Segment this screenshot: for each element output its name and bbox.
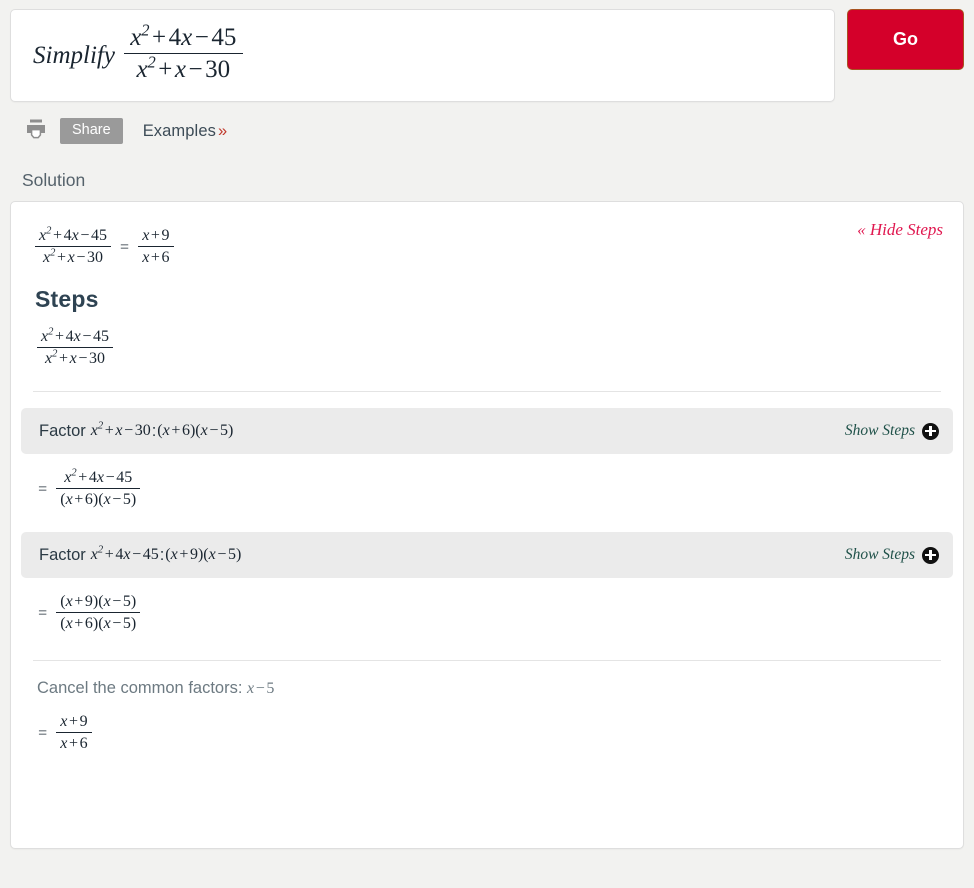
show-steps-label: Show Steps xyxy=(844,546,915,563)
final-result: = x+9 x+6 xyxy=(11,698,963,754)
cancel-factor: x−5 xyxy=(247,680,275,697)
examples-label: Examples xyxy=(142,121,216,140)
steps-heading: Steps xyxy=(35,286,99,312)
equals-sign: = xyxy=(120,239,130,256)
factor-bar-text: Factor x2+x−30 : (x+6)(x−5) xyxy=(39,420,234,441)
show-steps-button-1[interactable]: Show Steps xyxy=(845,422,939,440)
equals-sign: = xyxy=(38,481,48,498)
examples-chevron-icon: » xyxy=(217,121,228,140)
factor-bar-denominator[interactable]: Factor x2+x−30 : (x+6)(x−5) Show Steps xyxy=(21,408,953,454)
examples-link[interactable]: Examples» xyxy=(143,122,228,141)
step-after-first-factor: = x2+4x−45 (x+6)(x−5) xyxy=(11,454,963,510)
step-after-second-factor: = (x+9)(x−5) (x+6)(x−5) xyxy=(11,578,963,634)
solution-panel: « Hide Steps x2+4x−45 x2+x−30 = x+9 x+6 … xyxy=(10,201,964,849)
go-button[interactable]: Go xyxy=(847,9,964,70)
factor-result: (x+6)(x−5) xyxy=(157,422,234,439)
toolbar: Share Examples» xyxy=(0,102,974,148)
factor-target: x2+x−30 xyxy=(90,420,151,439)
cancel-label: Cancel the common factors: xyxy=(37,679,243,697)
factor-prefix: Factor xyxy=(39,545,86,564)
query-verb: Simplify xyxy=(33,41,115,69)
show-steps-label: Show Steps xyxy=(844,422,915,439)
factor-target: x2+4x−45 xyxy=(90,544,159,563)
factor-bar-text: Factor x2+4x−45 : (x+9)(x−5) xyxy=(39,544,242,565)
printer-icon[interactable] xyxy=(24,117,48,146)
solution-label: Solution xyxy=(22,170,86,190)
share-button[interactable]: Share xyxy=(60,118,123,144)
equals-sign: = xyxy=(38,605,48,622)
main-result-equation: x2+4x−45 x2+x−30 = x+9 x+6 xyxy=(11,202,963,268)
step-original-expression: x2+4x−45 x2+x−30 xyxy=(11,313,963,369)
plus-circle-icon[interactable] xyxy=(922,422,939,440)
query-input[interactable]: Simplify x2 +4x −45 x2 + x −30 xyxy=(10,9,835,102)
query-expression: x2 +4x −45 x2 + x −30 xyxy=(123,22,243,86)
factor-bar-numerator[interactable]: Factor x2+4x−45 : (x+9)(x−5) Show Steps xyxy=(21,532,953,578)
cancel-common-factors-text: Cancel the common factors: x−5 xyxy=(11,661,963,698)
show-steps-button-2[interactable]: Show Steps xyxy=(845,546,939,564)
factor-result: (x+9)(x−5) xyxy=(165,546,242,563)
plus-circle-icon[interactable] xyxy=(922,546,939,564)
hide-steps-link[interactable]: « Hide Steps xyxy=(857,220,943,240)
factor-prefix: Factor xyxy=(39,421,86,440)
equals-sign: = xyxy=(38,725,48,742)
query-row: Simplify x2 +4x −45 x2 + x −30 Go xyxy=(0,0,974,102)
divider xyxy=(33,391,941,392)
